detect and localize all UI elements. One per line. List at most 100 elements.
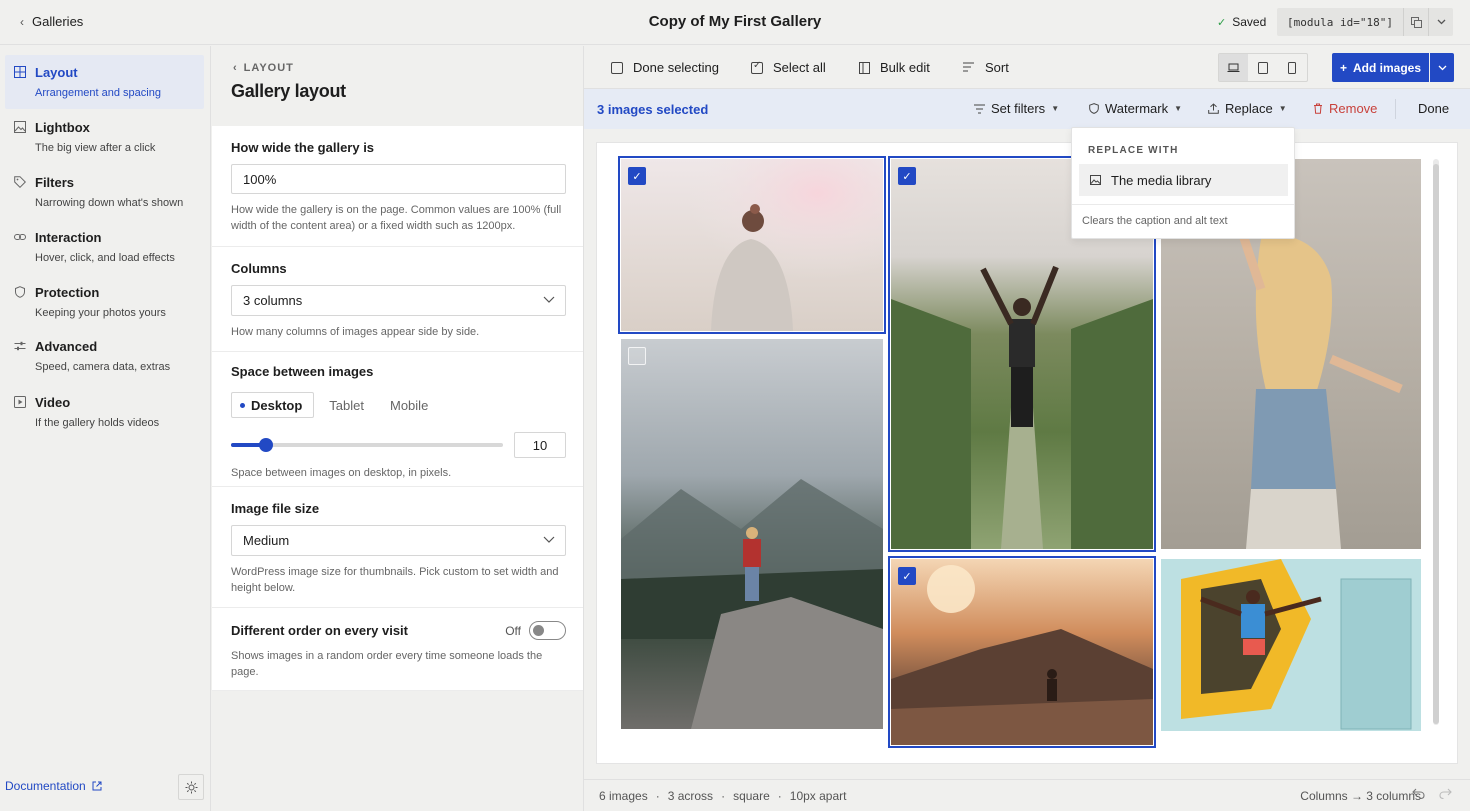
columns-value: 3 columns xyxy=(243,293,303,308)
set-filters-button[interactable]: Set filters ▼ xyxy=(974,101,1059,116)
gallery-toolbar: Done selecting Select all Bulk edit Sort xyxy=(584,46,1470,89)
add-images-label: Add images xyxy=(1353,60,1422,75)
tablet-preview-button[interactable] xyxy=(1248,54,1277,81)
nav-item-layout[interactable]: Layout Arrangement and spacing xyxy=(5,55,204,109)
photo-person-beach xyxy=(621,159,883,331)
gallery-image-6[interactable] xyxy=(1161,559,1421,731)
random-order-help: Shows images in a random order every tim… xyxy=(231,650,543,678)
redo-button[interactable] xyxy=(1439,787,1452,802)
file-size-select[interactable]: Medium xyxy=(231,525,566,556)
add-images-menu-button[interactable] xyxy=(1430,53,1454,82)
nav-item-lightbox[interactable]: Lightbox The big view after a click xyxy=(5,110,204,164)
select-all-button[interactable]: Select all xyxy=(751,60,826,75)
shortcode-text[interactable]: [modula id="18"] xyxy=(1277,16,1403,29)
theme-toggle-button[interactable] xyxy=(178,774,204,800)
select-all-label: Select all xyxy=(773,60,826,75)
replace-button[interactable]: Replace ▼ xyxy=(1208,101,1287,116)
selected-checkbox[interactable]: ✓ xyxy=(898,567,916,585)
scrollbar-thumb[interactable] xyxy=(1433,164,1439,724)
remove-button[interactable]: Remove xyxy=(1313,101,1377,116)
tag-icon xyxy=(14,176,27,189)
active-dot xyxy=(240,402,245,408)
add-images-button[interactable]: + Add images xyxy=(1332,53,1429,82)
slider-thumb[interactable] xyxy=(259,438,274,452)
sort-label: Sort xyxy=(985,60,1009,75)
sort-button[interactable]: Sort xyxy=(963,60,1009,75)
laptop-icon xyxy=(1227,63,1240,72)
divider xyxy=(1072,204,1294,205)
chevron-down-icon xyxy=(543,534,555,546)
shield-icon xyxy=(14,286,26,298)
canvas-scrollbar[interactable] xyxy=(1433,159,1439,725)
nav-item-protection[interactable]: Protection Keeping your photos yours xyxy=(5,275,204,329)
mobile-preview-button[interactable] xyxy=(1278,54,1307,81)
separator-dot: · xyxy=(655,789,660,803)
nav-item-interaction[interactable]: Interaction Hover, click, and load effec… xyxy=(5,220,204,274)
done-button[interactable]: Done xyxy=(1418,101,1449,116)
width-label: How wide the gallery is xyxy=(231,140,375,155)
bulk-edit-button[interactable]: Bulk edit xyxy=(859,60,930,75)
nav-item-filters[interactable]: Filters Narrowing down what's shown xyxy=(5,165,204,219)
image-icon xyxy=(1090,175,1101,185)
chevron-down-icon xyxy=(1438,65,1446,70)
width-input[interactable] xyxy=(231,164,566,194)
columns-icon xyxy=(859,61,870,74)
replace-from-media-library[interactable]: The media library xyxy=(1079,164,1288,196)
gallery-image-4[interactable]: ✓ xyxy=(888,556,1156,748)
saved-status: ✓ Saved xyxy=(1217,15,1266,29)
nav-desc: The big view after a click xyxy=(35,142,156,154)
spacing-value-input[interactable] xyxy=(514,432,566,458)
tab-mobile[interactable]: Mobile xyxy=(379,392,439,418)
width-help: How wide the gallery is on the page. Com… xyxy=(231,204,562,232)
unselected-checkbox[interactable] xyxy=(628,347,646,365)
separator-dot: · xyxy=(721,789,726,803)
columns-select[interactable]: 3 columns xyxy=(231,285,566,316)
selection-bar: 3 images selected Set filters ▼ Watermar… xyxy=(584,89,1470,129)
replace-menu-heading: REPLACE WITH xyxy=(1088,145,1179,156)
nav-label: Interaction xyxy=(35,230,102,245)
gallery-image-1[interactable]: ✓ xyxy=(618,156,886,334)
random-order-toggle[interactable] xyxy=(529,621,566,640)
selected-checkbox[interactable]: ✓ xyxy=(628,167,646,185)
last-change: Columns → 3 columns xyxy=(1300,789,1421,803)
status-gap: 10px apart xyxy=(789,789,847,803)
watermark-button[interactable]: Watermark ▼ xyxy=(1089,101,1182,116)
shortcode-menu-button[interactable] xyxy=(1429,8,1453,36)
undo-button[interactable] xyxy=(1412,787,1425,802)
filter-icon xyxy=(974,104,985,113)
replace-item-label: The media library xyxy=(1111,172,1212,188)
documentation-label: Documentation xyxy=(5,779,86,793)
spacing-help: Space between images on desktop, in pixe… xyxy=(231,467,452,479)
nav-label: Video xyxy=(35,395,71,410)
columns-section: Columns 3 columns How many columns of im… xyxy=(212,247,583,352)
copy-icon xyxy=(1410,16,1422,28)
tab-tablet[interactable]: Tablet xyxy=(318,392,375,418)
external-link-icon xyxy=(92,781,102,791)
breadcrumb[interactable]: ‹ LAYOUT xyxy=(233,62,294,74)
check-icon: ✓ xyxy=(1217,16,1227,29)
nav-desc: Narrowing down what's shown xyxy=(35,197,184,209)
nav-item-advanced[interactable]: Advanced Speed, camera data, extras xyxy=(5,329,204,383)
chevron-down-icon: ▼ xyxy=(1051,104,1060,113)
documentation-link[interactable]: Documentation xyxy=(5,779,102,793)
nav-desc: Arrangement and spacing xyxy=(35,87,161,99)
tab-desktop[interactable]: Desktop xyxy=(231,392,315,418)
width-section: How wide the gallery is How wide the gal… xyxy=(212,126,583,247)
left-nav: Layout Arrangement and spacing Lightbox … xyxy=(0,46,211,811)
done-selecting-button[interactable]: Done selecting xyxy=(611,60,719,75)
separator-dot: · xyxy=(777,789,782,803)
spacing-section: Space between images Desktop Tablet Mobi… xyxy=(212,352,583,487)
sun-icon xyxy=(185,781,197,793)
desktop-preview-button[interactable] xyxy=(1219,54,1249,81)
columns-label: Columns xyxy=(231,261,287,276)
watermark-label: Watermark xyxy=(1105,101,1169,116)
nav-item-video[interactable]: Video If the gallery holds videos xyxy=(5,385,204,439)
copy-shortcode-button[interactable] xyxy=(1404,8,1428,36)
done-selecting-label: Done selecting xyxy=(633,60,719,75)
chevron-left-icon: ‹ xyxy=(233,62,238,74)
link-icon xyxy=(14,231,26,243)
spacing-slider[interactable] xyxy=(231,438,503,452)
photo-mural-wall xyxy=(1161,559,1421,731)
gallery-image-2[interactable] xyxy=(621,339,883,729)
selected-checkbox[interactable]: ✓ xyxy=(898,167,916,185)
